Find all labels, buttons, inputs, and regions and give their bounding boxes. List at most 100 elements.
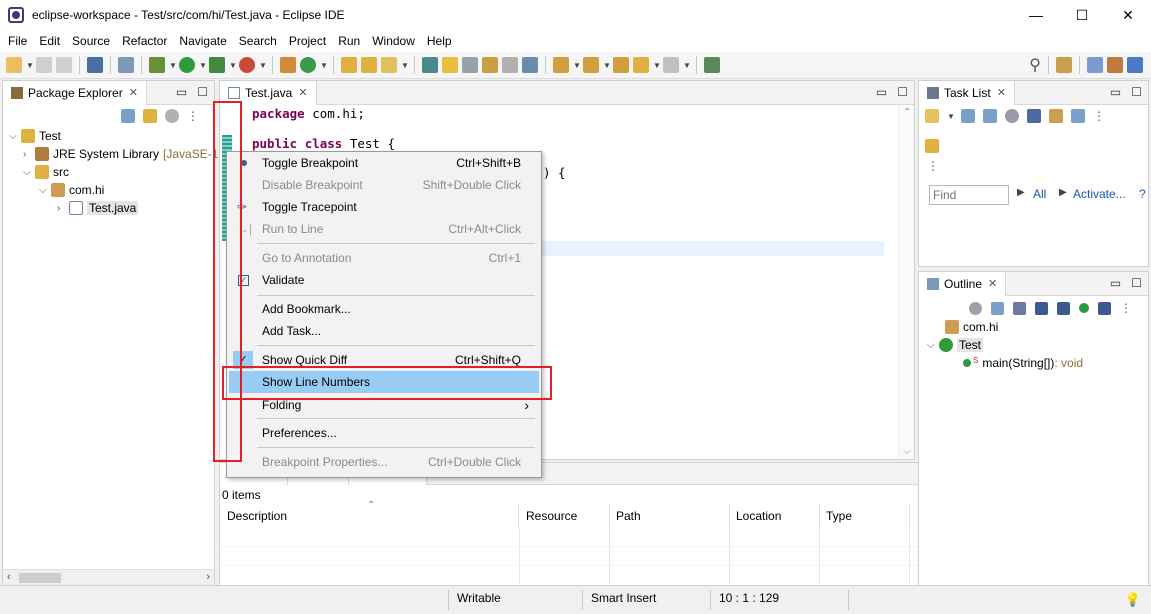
menu-refactor[interactable]: Refactor (117, 34, 172, 48)
menu-navigate[interactable]: Navigate (174, 34, 231, 48)
all-link[interactable]: All (1033, 187, 1046, 201)
scroll-up-icon[interactable]: ⌃ (903, 107, 911, 118)
column-description[interactable]: Description ⌃ (221, 500, 519, 528)
minimize-icon[interactable]: ▭ (876, 85, 887, 99)
chevron-down-icon[interactable]: ⌵ (23, 167, 35, 178)
vertical-scrollbar[interactable]: ⌃ ⌵ (898, 105, 914, 459)
close-icon[interactable]: ✕ (129, 86, 138, 99)
menu-breakpoint-properties[interactable]: Breakpoint Properties... Ctrl+Double Cli… (229, 451, 539, 473)
maximize-button[interactable]: ☐ (1059, 0, 1105, 30)
back-icon[interactable] (633, 57, 649, 73)
collapse-all-icon[interactable] (121, 109, 135, 123)
menu-source[interactable]: Source (67, 34, 115, 48)
tree-item-package[interactable]: ⌵ com.hi (39, 181, 104, 199)
close-icon[interactable]: ✕ (988, 277, 997, 290)
minimize-icon[interactable]: ▭ (1110, 276, 1121, 290)
chevron-down-icon[interactable]: ⌵ (9, 131, 21, 142)
new-task-icon[interactable] (925, 109, 939, 123)
dropdown-arrow-icon[interactable]: ▼ (603, 61, 611, 70)
chevron-down-icon[interactable]: ⌵ (927, 340, 939, 351)
menu-edit[interactable]: Edit (34, 34, 65, 48)
scrollbar-thumb[interactable] (19, 573, 61, 583)
save-all-icon[interactable] (56, 57, 72, 73)
menu-add-task[interactable]: Add Task... (229, 320, 539, 342)
view-menu-icon[interactable]: ⋮ (1120, 301, 1132, 315)
outline-item-class[interactable]: ⌵ Test (927, 336, 984, 354)
view-menu-icon[interactable]: ⋮ (187, 109, 199, 123)
menu-search[interactable]: Search (234, 34, 282, 48)
highlight-icon[interactable] (442, 57, 458, 73)
menu-add-bookmark[interactable]: Add Bookmark... (229, 298, 539, 320)
dropdown-arrow-icon[interactable]: ▼ (401, 61, 409, 70)
scroll-down-icon[interactable]: ⌵ (903, 446, 911, 457)
menu-file[interactable]: File (3, 34, 32, 48)
hide-local-types-icon[interactable] (1098, 301, 1111, 315)
menu-disable-breakpoint[interactable]: Disable Breakpoint Shift+Double Click (229, 174, 539, 196)
save-icon[interactable] (36, 57, 52, 73)
search-icon[interactable]: ⚲ (1029, 55, 1041, 75)
minimize-icon[interactable]: ▭ (1110, 85, 1121, 99)
coverage-icon[interactable] (209, 57, 225, 73)
show-source-icon[interactable] (502, 57, 518, 73)
close-icon[interactable]: ✕ (298, 86, 307, 99)
tree-item-jre[interactable]: › JRE System Library [JavaSE-1 (23, 145, 218, 163)
chevron-right-icon[interactable]: › (23, 149, 35, 160)
tree-item-file[interactable]: › Test.java (57, 199, 139, 217)
activate-link[interactable]: Activate... (1073, 187, 1126, 201)
dropdown-arrow-icon[interactable]: ▼ (947, 112, 955, 121)
external-tools-icon[interactable] (239, 57, 255, 73)
git-perspective-icon[interactable] (1127, 57, 1143, 73)
new-icon[interactable] (6, 57, 22, 73)
collapse-all-icon[interactable] (991, 301, 1004, 315)
menu-go-to-annotation[interactable]: Go to Annotation Ctrl+1 (229, 247, 539, 269)
minimize-icon[interactable]: ▭ (176, 85, 187, 99)
categorized-icon[interactable] (961, 109, 975, 123)
menu-toggle-breakpoint[interactable]: Toggle Breakpoint Ctrl+Shift+B (229, 152, 539, 174)
search-tool-icon[interactable] (381, 57, 397, 73)
column-resource[interactable]: Resource (520, 504, 610, 528)
hide-fields-icon[interactable] (1035, 301, 1048, 315)
tree-item-project[interactable]: ⌵ Test (9, 127, 61, 145)
hide-non-public-icon[interactable] (1079, 303, 1089, 313)
menu-run[interactable]: Run (333, 34, 365, 48)
help-link[interactable]: ? (1139, 187, 1146, 201)
maximize-icon[interactable]: ☐ (1131, 85, 1142, 99)
java-perspective-icon[interactable] (1087, 57, 1103, 73)
dropdown-arrow-icon[interactable]: ▼ (199, 61, 207, 70)
dropdown-arrow-icon[interactable]: ▼ (229, 61, 237, 70)
dropdown-arrow-icon[interactable]: ▼ (26, 61, 34, 70)
maximize-icon[interactable]: ☐ (197, 85, 208, 99)
task-repository-icon[interactable] (925, 139, 939, 153)
maximize-icon[interactable]: ☐ (1131, 276, 1142, 290)
dropdown-arrow-icon[interactable]: ▼ (169, 61, 177, 70)
scroll-right-icon[interactable]: › (206, 571, 210, 583)
horizontal-scrollbar[interactable]: ‹ › (3, 569, 214, 585)
outline-item-package[interactable]: com.hi (945, 318, 998, 336)
chevron-down-icon[interactable]: ⌵ (39, 185, 51, 196)
tab-task-list[interactable]: Task List ✕ (919, 80, 1015, 105)
tree-item-src[interactable]: ⌵ src (23, 163, 69, 181)
menu-help[interactable]: Help (422, 34, 457, 48)
hide-completed-icon[interactable] (1027, 109, 1041, 123)
code-line-class[interactable]: public class Test { (252, 136, 395, 151)
debug-icon[interactable] (149, 57, 165, 73)
find-input[interactable] (929, 185, 1009, 205)
previous-annotation-icon[interactable] (583, 57, 599, 73)
block-selection-icon[interactable] (462, 57, 478, 73)
scheduled-icon[interactable] (983, 109, 997, 123)
open-perspective-icon[interactable] (1056, 57, 1072, 73)
menu-run-to-line[interactable]: →| Run to Line Ctrl+Alt+Click (229, 218, 539, 240)
chevron-right-icon[interactable]: › (57, 203, 69, 214)
dropdown-arrow-icon[interactable]: ▼ (259, 61, 267, 70)
show-whitespace-icon[interactable] (522, 57, 538, 73)
view-menu-icon[interactable]: ⋮ (1093, 109, 1105, 123)
maximize-icon[interactable]: ☐ (897, 85, 908, 99)
debug-perspective-icon[interactable] (1107, 57, 1123, 73)
menu-project[interactable]: Project (284, 34, 331, 48)
close-icon[interactable]: ✕ (997, 86, 1006, 99)
new-java-class-icon[interactable] (300, 57, 316, 73)
menu-window[interactable]: Window (367, 34, 420, 48)
next-annotation-icon[interactable] (553, 57, 569, 73)
focus-icon[interactable] (969, 301, 982, 315)
dropdown-arrow-icon[interactable]: ▼ (653, 61, 661, 70)
